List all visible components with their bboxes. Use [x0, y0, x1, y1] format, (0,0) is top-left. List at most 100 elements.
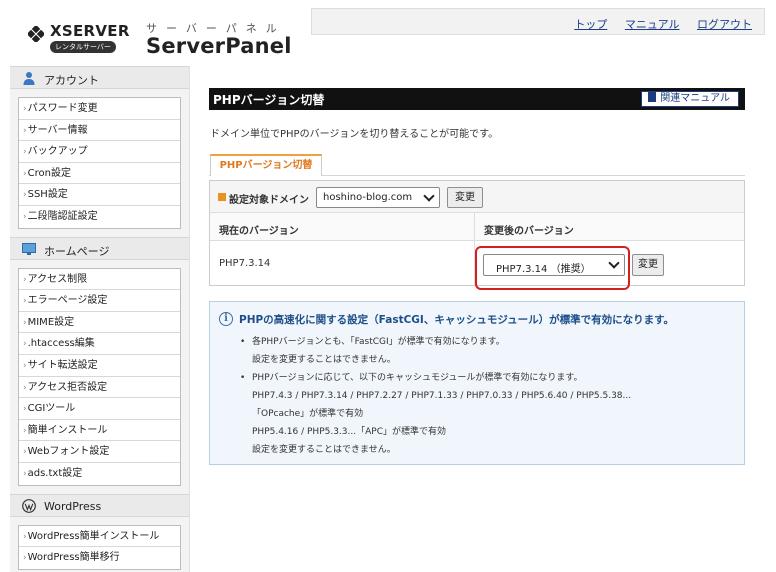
sidebar-item-label: サーバー情報: [27, 124, 88, 136]
info-version-list-a: PHP7.4.3 / PHP7.3.14 / PHP7.2.27 / PHP7.…: [252, 391, 632, 401]
sidebar-section-homepage: ホームページ: [10, 236, 189, 260]
arrow-icon: ›: [23, 468, 27, 479]
sidebar-item-label: Cron設定: [27, 167, 71, 179]
domain-select[interactable]: hoshino-blog.com: [316, 187, 440, 208]
domain-select-value: hoshino-blog.com: [323, 192, 413, 203]
php-version-select-value: PHP7.3.14 （推奨）: [496, 264, 591, 275]
arrow-icon: ›: [23, 147, 27, 158]
info-bullet: PHPバージョンに応じて、以下のキャッシュモジュールが標準で有効になります。: [238, 369, 734, 387]
sidebar-item-wp-migrate[interactable]: ›WordPress簡単移行: [19, 547, 180, 569]
user-icon: [23, 72, 35, 85]
sidebar-item-ssh[interactable]: ›SSH設定: [19, 184, 180, 206]
sidebar-item-label: .htaccess編集: [27, 338, 95, 350]
xserver-diamond-icon: [28, 26, 44, 42]
php-version-change-button[interactable]: 変更: [632, 254, 664, 276]
section-title: ホームページ: [44, 244, 110, 258]
sidebar-item-label: Webフォント設定: [27, 446, 110, 458]
page-title-bar: PHPバージョン切替 関連マニュアル: [209, 88, 745, 110]
sidebar-item-htaccess[interactable]: ›.htaccess編集: [19, 333, 180, 355]
tab-php-version[interactable]: PHPバージョン切替: [210, 154, 322, 176]
sidebar-list-wordpress: ›WordPress簡単インストール ›WordPress簡単移行: [18, 524, 181, 570]
sidebar-item-access-deny[interactable]: ›アクセス拒否設定: [19, 377, 180, 399]
php-version-select[interactable]: PHP7.3.14 （推奨）: [483, 254, 625, 276]
sidebar-item-server-info[interactable]: ›サーバー情報: [19, 120, 180, 142]
arrow-icon: ›: [23, 553, 27, 564]
sidebar-item-label: バックアップ: [27, 146, 88, 158]
xserver-logo[interactable]: XSERVER レンタルサーバー サーバーパネル ServerPanel: [16, 8, 316, 60]
arrow-icon: ›: [23, 125, 27, 136]
sidebar-item-2fa[interactable]: ›二段階認証設定: [19, 206, 180, 228]
arrow-icon: ›: [23, 211, 27, 222]
sidebar-item-label: パスワード変更: [27, 103, 98, 114]
info-bullet: 各PHPバージョンとも、「FastCGI」が標準で有効になります。: [238, 333, 734, 351]
current-version-value: PHP7.3.14: [219, 258, 271, 269]
sidebar-item-easy-install[interactable]: ›簡単インストール: [19, 420, 180, 442]
info-cache-a: 「OPcache」が標準で有効: [252, 409, 364, 419]
arrow-icon: ›: [23, 531, 27, 542]
arrow-icon: ›: [23, 382, 27, 393]
arrow-icon: ›: [23, 168, 27, 179]
product-name: ServerPanel: [146, 34, 292, 58]
logout-link[interactable]: ログアウト: [697, 18, 752, 31]
sidebar-item-backup[interactable]: ›バックアップ: [19, 141, 180, 163]
sidebar-item-error-page[interactable]: ›エラーページ設定: [19, 290, 180, 312]
php-version-panel: 設定対象ドメイン hoshino-blog.com 変更 現在のバージョン 変更…: [209, 180, 745, 290]
arrow-icon: ›: [23, 339, 27, 350]
arrow-icon: ›: [23, 190, 27, 201]
info-title: PHPの高速化に関する設定（FastCGI、キャッシュモジュール）が標準で有効に…: [239, 314, 675, 326]
sidebar-item-label: 二段階認証設定: [27, 210, 98, 222]
sidebar-item-mime[interactable]: ›MIME設定: [19, 312, 180, 334]
header: XSERVER レンタルサーバー サーバーパネル ServerPanel トップ…: [0, 0, 776, 66]
col-new-version: 変更後のバージョン: [484, 226, 574, 237]
manual-link[interactable]: マニュアル: [625, 18, 680, 31]
arrow-icon: ›: [23, 360, 27, 371]
main-content: PHPバージョン切替 関連マニュアル ドメイン単位でPHPのバージョンを切り替え…: [209, 88, 745, 465]
brand-name: XSERVER: [50, 22, 130, 40]
info-box: i PHPの高速化に関する設定（FastCGI、キャッシュモジュール）が標準で有…: [209, 301, 745, 465]
sidebar-item-cgi-tool[interactable]: ›CGIツール: [19, 398, 180, 420]
book-icon: [648, 92, 657, 102]
sidebar-item-site-redirect[interactable]: ›サイト転送設定: [19, 355, 180, 377]
domain-change-button[interactable]: 変更: [447, 187, 483, 208]
sidebar-item-ads-txt[interactable]: ›ads.txt設定: [19, 463, 180, 485]
sidebar-item-label: CGIツール: [27, 403, 76, 415]
sidebar-item-label: SSH設定: [27, 189, 68, 201]
arrow-icon: ›: [23, 404, 27, 415]
sidebar-item-password[interactable]: ›パスワード変更: [19, 98, 180, 120]
sidebar-list-account: ›パスワード変更 ›サーバー情報 ›バックアップ ›Cron設定 ›SSH設定 …: [18, 97, 181, 229]
top-link[interactable]: トップ: [574, 18, 607, 31]
page-description: ドメイン単位でPHPのバージョンを切り替えることが可能です。: [210, 129, 499, 140]
sidebar-item-wp-install[interactable]: ›WordPress簡単インストール: [19, 526, 180, 548]
top-nav: トップ マニュアル ログアウト: [311, 8, 765, 34]
chevron-down-icon: [423, 190, 435, 202]
section-title: アカウント: [44, 74, 99, 87]
domain-row: 設定対象ドメイン hoshino-blog.com 変更: [210, 181, 744, 213]
sidebar-item-label: アクセス拒否設定: [27, 381, 108, 393]
sidebar-item-label: サイト転送設定: [27, 359, 98, 371]
info-icon: i: [219, 312, 233, 326]
domain-label: 設定対象ドメイン: [229, 195, 309, 206]
sidebar-item-label: アクセス制限: [27, 273, 88, 285]
page-title: PHPバージョン切替: [213, 93, 325, 107]
sidebar-item-label: エラーページ設定: [27, 295, 108, 307]
related-manual-label: 関連マニュアル: [660, 93, 730, 104]
info-bullet-note: 設定を変更することはできません。: [252, 355, 396, 365]
sidebar-item-label: WordPress簡単インストール: [27, 530, 160, 542]
brand-badge: レンタルサーバー: [50, 41, 116, 53]
sidebar-item-access-limit[interactable]: ›アクセス制限: [19, 269, 180, 291]
related-manual-button[interactable]: 関連マニュアル: [641, 91, 739, 107]
sidebar: アカウント ›パスワード変更 ›サーバー情報 ›バックアップ ›Cron設定 ›…: [10, 66, 190, 572]
arrow-icon: ›: [23, 274, 27, 285]
monitor-icon: [22, 242, 36, 255]
col-current-version: 現在のバージョン: [219, 226, 299, 237]
arrow-icon: ›: [23, 447, 27, 458]
sidebar-list-homepage: ›アクセス制限 ›エラーページ設定 ›MIME設定 ›.htaccess編集 ›…: [18, 267, 181, 486]
sidebar-item-cron[interactable]: ›Cron設定: [19, 163, 180, 185]
square-bullet-icon: [218, 193, 226, 201]
arrow-icon: ›: [23, 104, 27, 114]
info-bullet-note: 設定を変更することはできません。: [252, 445, 396, 455]
arrow-icon: ›: [23, 425, 27, 436]
sidebar-item-web-font[interactable]: ›Webフォント設定: [19, 441, 180, 463]
wordpress-icon: [22, 498, 36, 513]
sidebar-item-label: MIME設定: [27, 316, 75, 328]
